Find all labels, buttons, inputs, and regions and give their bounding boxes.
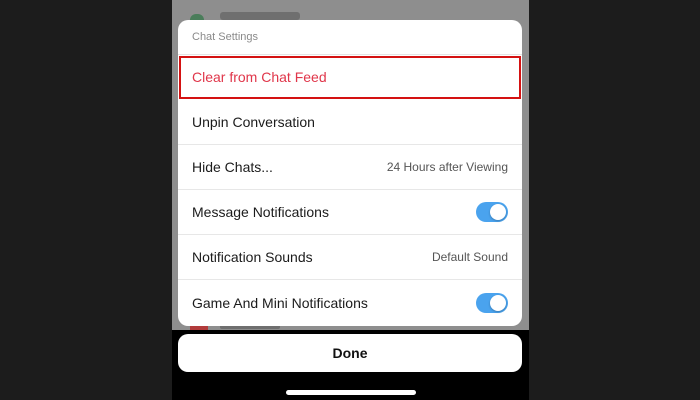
row-label: Notification Sounds [192,249,313,265]
toggle-knob [490,294,506,311]
home-indicator [286,390,416,395]
notification-sounds-item[interactable]: Notification Sounds Default Sound [178,235,522,280]
message-notifications-toggle[interactable] [476,202,508,222]
hide-chats-value: 24 Hours after Viewing [386,160,508,174]
toggle-knob [490,204,506,220]
chat-name-placeholder [220,12,300,20]
notification-sounds-value: Default Sound [431,250,508,264]
unpin-conversation-item[interactable]: Unpin Conversation [178,100,522,145]
game-and-mini-notifications-toggle[interactable] [476,292,508,313]
row-label: Hide Chats... [192,159,273,175]
chat-settings-sheet: Chat Settings Clear from Chat Feed Unpin… [178,20,522,326]
done-button[interactable]: Done [178,334,522,372]
message-notifications-item: Message Notifications [178,190,522,235]
game-and-mini-notifications-item: Game And Mini Notifications [178,280,522,325]
row-label: Message Notifications [192,204,329,220]
row-label: Clear from Chat Feed [192,69,327,85]
phone-screen: Chat Settings Clear from Chat Feed Unpin… [172,0,529,400]
row-label: Game And Mini Notifications [192,294,368,311]
sheet-title: Chat Settings [178,20,522,55]
hide-chats-item[interactable]: Hide Chats... 24 Hours after Viewing [178,145,522,190]
clear-from-chat-feed-item[interactable]: Clear from Chat Feed [178,55,522,100]
row-label: Unpin Conversation [192,114,315,130]
